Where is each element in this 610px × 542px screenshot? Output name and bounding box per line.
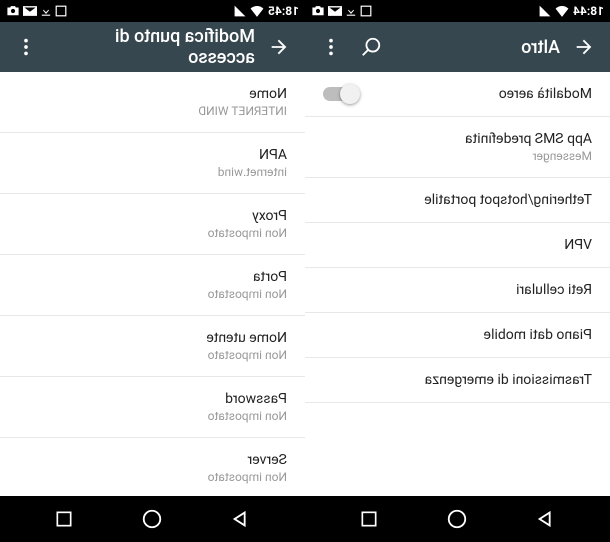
nav-back[interactable] [216, 499, 266, 539]
nav-home[interactable] [433, 499, 483, 539]
airplane-toggle[interactable] [323, 87, 357, 101]
list-item-sms-app[interactable]: App SMS predefinita Messenger [305, 117, 610, 178]
nav-back[interactable] [521, 499, 571, 539]
wifi-icon [555, 5, 569, 17]
settings-list: Modalità aereo App SMS predefinita Messe… [305, 72, 610, 496]
page-title: Altro [391, 37, 560, 58]
navigation-bar [0, 496, 610, 542]
screenshot-icon [55, 5, 67, 17]
list-item-password[interactable]: Password Non impostato [0, 377, 305, 438]
list-item-name[interactable]: Nome INTERNET WIND [0, 72, 305, 133]
status-bar: 18:45 [0, 0, 305, 22]
download-icon [40, 5, 52, 17]
list-item-port[interactable]: Porta Non impostato [0, 255, 305, 316]
nav-recents[interactable] [39, 499, 89, 539]
camera-icon [6, 5, 20, 17]
email-icon [23, 5, 37, 17]
email-icon [328, 5, 342, 17]
list-item-vpn[interactable]: VPN [305, 223, 610, 268]
header: Modifica punto di accesso [0, 22, 305, 72]
status-time: 18:44 [573, 4, 604, 18]
cellular-icon [234, 5, 246, 17]
status-time: 18:45 [268, 4, 299, 18]
download-icon [345, 5, 357, 17]
back-button[interactable] [259, 27, 299, 67]
overflow-menu[interactable] [6, 27, 46, 67]
list-item-server[interactable]: Server Non impostato [0, 438, 305, 496]
list-item-username[interactable]: Nome utente Non impostato [0, 316, 305, 377]
list-item-cellular[interactable]: Reti cellulari [305, 268, 610, 313]
list-item-data-plan[interactable]: Piano dati mobile [305, 313, 610, 358]
wifi-icon [250, 5, 264, 17]
back-button[interactable] [564, 27, 604, 67]
nav-home[interactable] [128, 499, 178, 539]
list-item-emergency[interactable]: Trasmissioni di emergenza [305, 358, 610, 403]
overflow-menu[interactable] [311, 27, 351, 67]
cellular-icon [539, 5, 551, 17]
status-bar: 18:44 [305, 0, 610, 22]
header: Altro [305, 22, 610, 72]
nav-recents[interactable] [344, 499, 394, 539]
list-item-apn[interactable]: APN internet.wind [0, 133, 305, 194]
more-settings-screen: 18:44 Altro Mod [305, 0, 610, 496]
settings-list: Nome INTERNET WIND APN internet.wind Pro… [0, 72, 305, 496]
camera-icon [311, 5, 325, 17]
search-button[interactable] [351, 27, 391, 67]
screenshot-icon [360, 5, 372, 17]
apn-edit-screen: 18:45 Modifica punto di accesso Nome [0, 0, 305, 496]
page-title: Modifica punto di accesso [46, 26, 255, 68]
list-item-tethering[interactable]: Tethering/hotspot portatile [305, 178, 610, 223]
list-item-airplane[interactable]: Modalità aereo [305, 72, 610, 117]
list-item-proxy[interactable]: Proxy Non impostato [0, 194, 305, 255]
